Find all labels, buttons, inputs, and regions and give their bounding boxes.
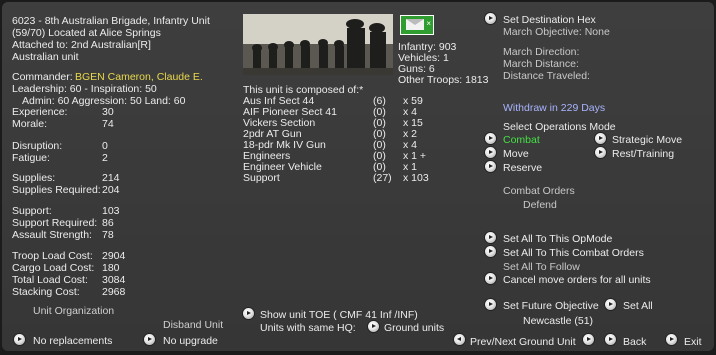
move-mode-icon[interactable] bbox=[485, 147, 496, 158]
stat-label: Supplies Required: bbox=[12, 184, 101, 196]
stat-label: Cargo Load Cost: bbox=[12, 262, 95, 274]
commander-label: Commander: bbox=[12, 71, 73, 83]
stat-label: Supplies: bbox=[12, 172, 56, 184]
unit-photo bbox=[243, 14, 393, 75]
unit-organization-link[interactable]: Unit Organization bbox=[33, 305, 114, 317]
stat-value: 2 bbox=[102, 152, 108, 164]
ground-units-icon[interactable] bbox=[368, 321, 379, 332]
set-all-follow-button[interactable]: Set All To Follow bbox=[503, 261, 580, 273]
unit-strength-location: (59/70) Located at Alice Springs bbox=[12, 27, 161, 39]
no-replacements-button[interactable]: No replacements bbox=[33, 335, 112, 347]
unit-title: 6023 - 8th Australian Brigade, Infantry … bbox=[12, 15, 210, 27]
stat-label: Stacking Cost: bbox=[12, 286, 80, 298]
same-hq-label: Units with same HQ: bbox=[260, 322, 356, 334]
ground-units-button[interactable]: Ground units bbox=[384, 322, 444, 334]
stat-value: 3084 bbox=[102, 274, 126, 286]
march-distance: March Distance: bbox=[503, 58, 579, 70]
strategic-move-option[interactable]: Strategic Move bbox=[612, 134, 682, 146]
commander-name[interactable]: BGEN Cameron, Claude E. bbox=[75, 71, 203, 83]
leadership-stats: Leadership: 60 - Inspiration: 50 bbox=[12, 83, 157, 95]
stat-value: 86 bbox=[102, 217, 114, 229]
stat-label: Support Required: bbox=[12, 217, 98, 229]
stat-label: Support: bbox=[12, 205, 52, 217]
stat-value: 0 bbox=[102, 140, 108, 152]
rest-training-icon[interactable] bbox=[595, 147, 606, 158]
composition-row-qty: x 103 bbox=[403, 172, 429, 184]
stat-value: 30 bbox=[102, 106, 114, 118]
distance-traveled: Distance Traveled: bbox=[503, 70, 590, 82]
stat-value: 74 bbox=[102, 118, 114, 130]
cancel-move-button[interactable]: Cancel move orders for all units bbox=[503, 274, 651, 286]
stat-label: Troop Load Cost: bbox=[12, 250, 93, 262]
exit-icon[interactable] bbox=[666, 334, 677, 345]
set-future-objective-icon[interactable] bbox=[485, 299, 496, 310]
set-destination-icon[interactable] bbox=[485, 13, 496, 24]
next-unit-icon[interactable] bbox=[583, 334, 594, 345]
march-direction: March Direction: bbox=[503, 46, 580, 58]
no-upgrade-toggle-icon[interactable] bbox=[144, 334, 155, 345]
unit-nationality: Australian unit bbox=[12, 51, 79, 63]
withdraw-notice: Withdraw in 229 Days bbox=[503, 102, 606, 114]
stat-value: 180 bbox=[102, 262, 120, 274]
other-troops-count: Other Troops: 1813 bbox=[398, 74, 489, 86]
march-objective: March Objective: None bbox=[503, 26, 610, 38]
nation-flag-icon: × bbox=[400, 15, 434, 35]
set-all-combat-button[interactable]: Set All To This Combat Orders bbox=[503, 247, 644, 259]
select-ops-label: Select Operations Mode bbox=[503, 121, 616, 133]
set-all-opmode-icon[interactable] bbox=[485, 232, 496, 243]
back-button[interactable]: Back bbox=[623, 336, 646, 348]
set-all-button[interactable]: Set All bbox=[623, 300, 653, 312]
rest-training-option[interactable]: Rest/Training bbox=[612, 148, 674, 160]
stat-label: Morale: bbox=[12, 118, 48, 130]
prev-next-unit-label: Prev/Next Ground Unit bbox=[470, 336, 576, 348]
strategic-move-icon[interactable] bbox=[595, 133, 606, 144]
stat-value: 2968 bbox=[102, 286, 126, 298]
future-objective-value: Newcastle (51) bbox=[523, 315, 594, 327]
set-all-combat-icon[interactable] bbox=[485, 246, 496, 257]
flag-mark: × bbox=[426, 19, 431, 28]
combat-mode-option[interactable]: Combat bbox=[503, 134, 540, 146]
envelope-icon bbox=[406, 19, 424, 30]
combat-orders-value[interactable]: Defend bbox=[523, 199, 557, 211]
stat-label: Fatigue: bbox=[12, 152, 50, 164]
set-all-icon[interactable] bbox=[605, 299, 616, 310]
stat-value: 2904 bbox=[102, 250, 126, 262]
move-mode-option[interactable]: Move bbox=[503, 148, 529, 160]
soldiers-photo-image bbox=[243, 14, 393, 75]
stat-value: 214 bbox=[102, 172, 120, 184]
combat-orders-label: Combat Orders bbox=[503, 185, 575, 197]
set-destination-button[interactable]: Set Destination Hex bbox=[503, 14, 596, 26]
disband-unit-link[interactable]: Disband Unit bbox=[163, 319, 223, 331]
combat-mode-icon[interactable] bbox=[485, 133, 496, 144]
cancel-move-icon[interactable] bbox=[485, 273, 496, 284]
unit-attached-to: Attached to: 2nd Australian[R] bbox=[12, 39, 151, 51]
prev-unit-icon[interactable] bbox=[454, 334, 465, 345]
no-replacements-toggle-icon[interactable] bbox=[14, 334, 25, 345]
stat-label: Experience: bbox=[12, 106, 68, 118]
stat-label: Disruption: bbox=[12, 140, 63, 152]
reserve-mode-option[interactable]: Reserve bbox=[503, 162, 542, 174]
composition-row-disabled: (27) bbox=[373, 172, 392, 184]
stat-value: 78 bbox=[102, 229, 114, 241]
no-upgrade-button[interactable]: No upgrade bbox=[163, 335, 218, 347]
stat-label: Total Load Cost: bbox=[12, 274, 88, 286]
composition-row-name[interactable]: Support bbox=[243, 172, 280, 184]
set-future-objective-button[interactable]: Set Future Objective bbox=[503, 300, 599, 312]
set-all-opmode-button[interactable]: Set All To This OpMode bbox=[503, 233, 612, 245]
show-toe-icon[interactable] bbox=[243, 308, 254, 319]
stat-value: 103 bbox=[102, 205, 120, 217]
unit-detail-panel: 6023 - 8th Australian Brigade, Infantry … bbox=[2, 2, 714, 351]
exit-button[interactable]: Exit bbox=[684, 336, 702, 348]
back-icon[interactable] bbox=[605, 334, 616, 345]
reserve-mode-icon[interactable] bbox=[485, 161, 496, 172]
show-toe-button[interactable]: Show unit TOE ( CMF 41 Inf /INF) bbox=[260, 309, 418, 321]
stat-label: Assault Strength: bbox=[12, 229, 92, 241]
stat-value: 204 bbox=[102, 184, 120, 196]
